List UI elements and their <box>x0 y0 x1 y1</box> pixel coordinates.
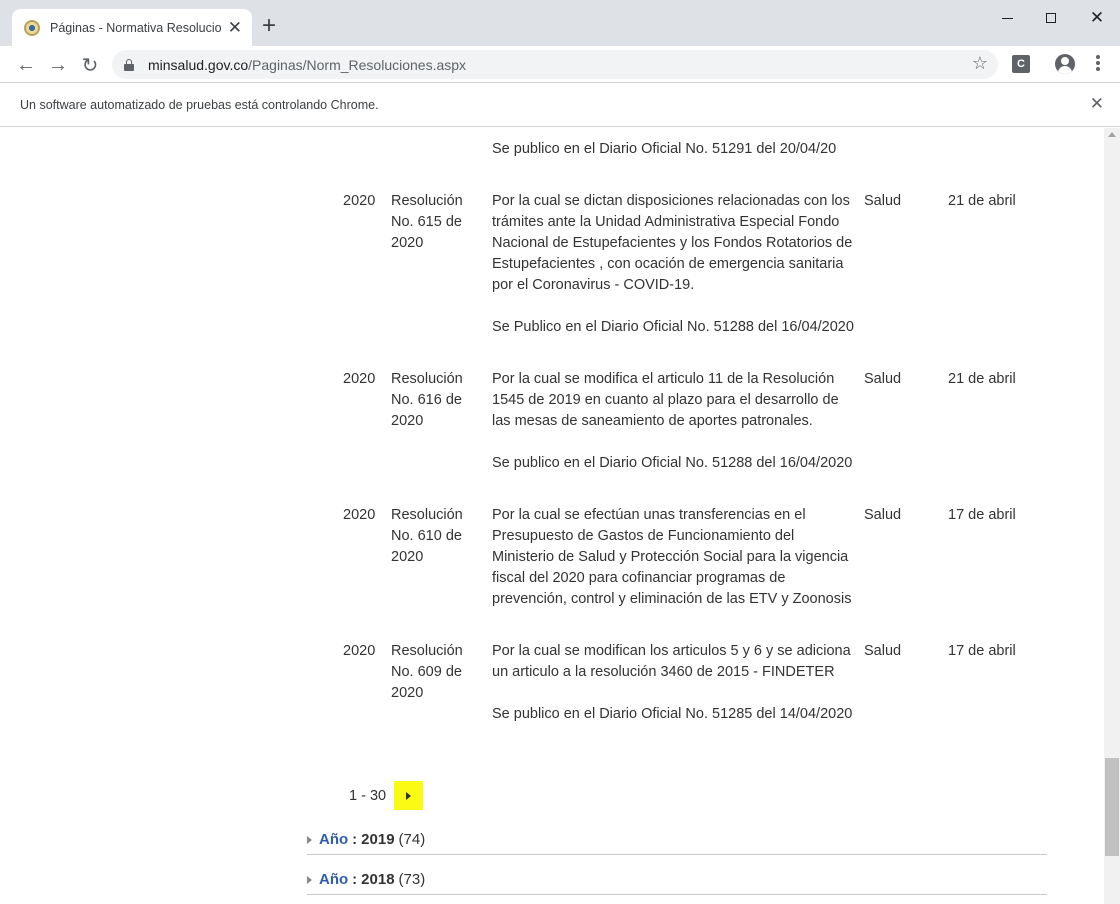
description-text: Por la cual se modifican los articulos 5… <box>492 643 851 680</box>
publication-note: Se publico en el Diario Oficial No. 5128… <box>492 455 853 471</box>
tab-strip: Páginas - Normativa Resoluciones ✕ + ✕ <box>0 0 1120 46</box>
year-group-label: Año <box>319 871 349 888</box>
row-resolution-link[interactable]: Resolución No. 616 de 2020 <box>391 369 483 432</box>
year-group-label: Año <box>319 831 349 848</box>
reload-button[interactable]: ↻ <box>76 51 104 79</box>
row-year: 2020 <box>343 193 376 209</box>
infobar-close-icon[interactable]: ✕ <box>1090 94 1104 114</box>
row-description: Por la cual se modifica el articulo 11 d… <box>492 369 854 474</box>
row-resolution-link[interactable]: Resolución No. 609 de 2020 <box>391 641 483 704</box>
url-text: minsalud.gov.co/Paginas/Norm_Resolucione… <box>148 57 466 73</box>
pagination-range: 1 - 30 <box>349 787 387 804</box>
publication-note: Se publico en el Diario Oficial No. 5129… <box>492 141 837 157</box>
row-description: Por la cual se dictan disposiciones rela… <box>492 191 854 338</box>
expand-triangle-icon <box>307 875 312 884</box>
automation-infobar: Un software automatizado de pruebas está… <box>0 84 1120 127</box>
publication-note: Se publico en el Diario Oficial No. 5128… <box>492 706 853 722</box>
lock-icon <box>124 58 134 71</box>
forward-button[interactable]: → <box>44 51 72 79</box>
year-group-2019[interactable]: Año : 2019 (74) <box>307 825 1047 855</box>
extension-icon[interactable]: C <box>1012 55 1030 73</box>
year-group-separator: : <box>352 831 358 848</box>
tab-title: Páginas - Normativa Resoluciones <box>50 20 222 35</box>
browser-tab[interactable]: Páginas - Normativa Resoluciones ✕ <box>12 9 252 46</box>
description-text: Por la cual se efectúan unas transferenc… <box>492 507 852 607</box>
page-viewport: Se publico en el Diario Oficial No. 5129… <box>0 128 1104 904</box>
row-description: Por la cual se modifican los articulos 5… <box>492 641 854 725</box>
year-group-year: 2018 <box>361 871 395 888</box>
description-text: Por la cual se dictan disposiciones rela… <box>492 193 853 293</box>
tab-close-icon[interactable]: ✕ <box>228 19 242 36</box>
pagination: 1 - 30 <box>349 781 424 810</box>
window-minimize-button[interactable] <box>992 6 1022 32</box>
maximize-icon <box>1046 13 1056 23</box>
window-maximize-button[interactable] <box>1036 6 1066 32</box>
year-group-count: (74) <box>398 831 426 848</box>
browser-toolbar: ← → ↻ minsalud.gov.co/Paginas/Norm_Resol… <box>0 46 1120 83</box>
row-sector: Salud <box>864 643 902 659</box>
page-scrollbar[interactable] <box>1104 128 1120 904</box>
row-date: 17 de abril <box>948 643 1016 659</box>
profile-avatar-icon[interactable] <box>1055 54 1075 74</box>
row-date: 21 de abril <box>948 371 1016 387</box>
minimize-icon <box>1001 18 1013 19</box>
row-year: 2020 <box>343 371 376 387</box>
scrollbar-thumb[interactable] <box>1105 758 1119 856</box>
row-sector: Salud <box>864 507 902 523</box>
url-host: minsalud.gov.co <box>148 56 249 73</box>
next-page-button[interactable] <box>394 781 424 810</box>
site-favicon-icon <box>24 19 40 36</box>
window-close-button[interactable]: ✕ <box>1082 6 1112 32</box>
url-path: /Paginas/Norm_Resoluciones.aspx <box>248 56 467 73</box>
row-date: 17 de abril <box>948 507 1016 523</box>
row-resolution-link[interactable]: Resolución No. 610 de 2020 <box>391 505 483 568</box>
row-description: Por la cual se efectúan unas transferenc… <box>492 505 854 610</box>
next-arrow-icon <box>406 791 412 800</box>
bookmark-star-icon[interactable]: ☆ <box>972 53 988 74</box>
row-sector: Salud <box>864 371 902 387</box>
year-group-2018[interactable]: Año : 2018 (73) <box>307 865 1047 895</box>
expand-triangle-icon <box>307 835 312 844</box>
row-sector: Salud <box>864 193 902 209</box>
row-description: Se publico en el Diario Oficial No. 5129… <box>492 139 854 160</box>
back-button[interactable]: ← <box>12 51 40 79</box>
row-resolution-link[interactable]: Resolución No. 615 de 2020 <box>391 191 483 254</box>
infobar-message: Un software automatizado de pruebas está… <box>20 98 379 112</box>
new-tab-button[interactable]: + <box>262 14 276 38</box>
row-year: 2020 <box>343 507 376 523</box>
year-group-year: 2019 <box>361 831 395 848</box>
description-text: Por la cual se modifica el articulo 11 d… <box>492 371 839 429</box>
year-group-separator: : <box>352 871 358 888</box>
row-date: 21 de abril <box>948 193 1016 209</box>
scroll-up-arrow-icon[interactable] <box>1108 132 1116 137</box>
publication-note: Se Publico en el Diario Oficial No. 5128… <box>492 319 854 335</box>
row-year: 2020 <box>343 643 376 659</box>
year-group-count: (73) <box>398 871 426 888</box>
address-bar[interactable]: minsalud.gov.co/Paginas/Norm_Resolucione… <box>112 50 998 79</box>
browser-menu-icon[interactable] <box>1090 54 1106 74</box>
